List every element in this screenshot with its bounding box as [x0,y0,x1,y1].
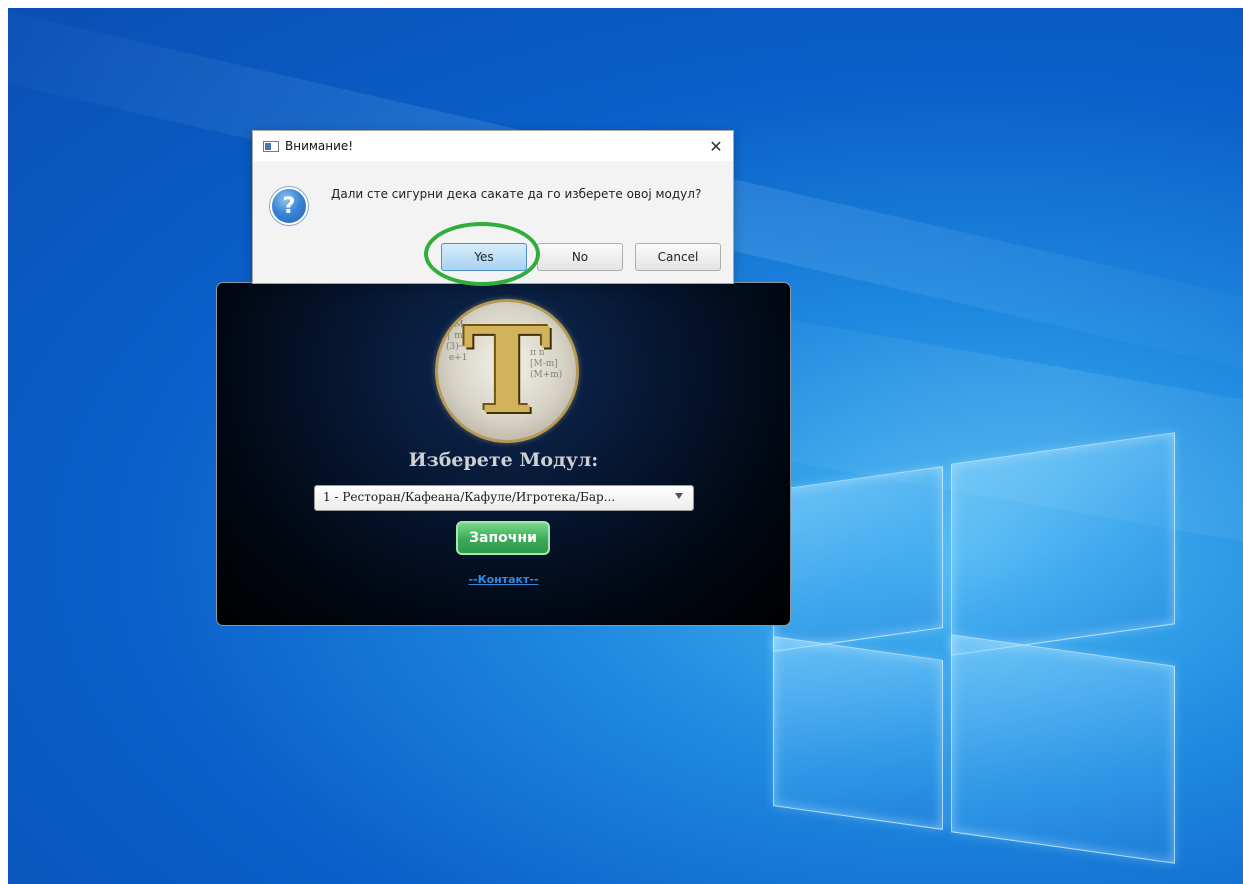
windows-logo [773,432,1183,864]
dialog-message: Дали сте сигурни дека сакате да го избер… [331,187,702,201]
cancel-button[interactable]: Cancel [635,243,721,271]
start-button[interactable]: Започни [456,521,550,555]
chevron-down-icon [675,493,683,499]
windows-logo-pane [951,432,1175,656]
question-icon: ? [270,187,308,225]
windows-logo-pane [951,634,1175,864]
dialog-title: Внимание! [285,139,354,153]
windows-logo-pane [773,466,943,652]
logo-letter: T [463,301,551,440]
window-icon [263,141,279,152]
dialog-titlebar[interactable]: Внимание! ✕ [253,131,733,161]
module-select[interactable]: 1 - Ресторан/Кафеана/Кафуле/Игротека/Бар… [314,485,694,511]
annotation-highlight-circle [424,222,540,286]
module-selector-window: │ M- │ m-x (3)─1 e+1 π n [M-m] (M+m) T И… [216,282,791,626]
close-icon[interactable]: ✕ [699,131,733,161]
app-logo: │ M- │ m-x (3)─1 e+1 π n [M-m] (M+m) T [435,299,579,443]
module-label: Изберете Модул: [408,449,599,471]
contact-link[interactable]: --Контакт-- [217,573,790,586]
no-button[interactable]: No [537,243,623,271]
module-select-value: 1 - Ресторан/Кафеана/Кафуле/Игротека/Бар… [323,490,616,504]
windows-logo-pane [773,636,943,830]
